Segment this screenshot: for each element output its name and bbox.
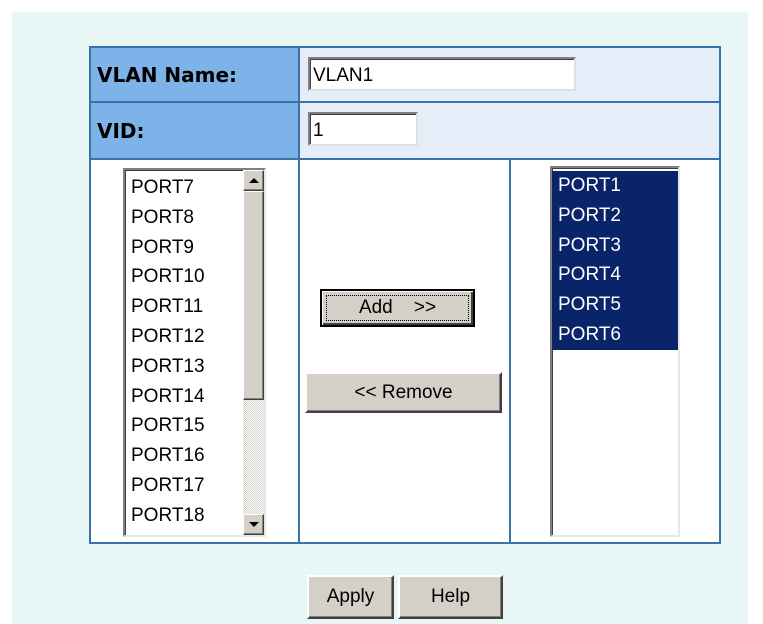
vid-cell [300, 103, 719, 160]
vlan-name-cell [300, 48, 719, 103]
help-button-label: Help [430, 586, 471, 607]
remove-button-label: << Remove [354, 381, 453, 403]
member-ports-listbox[interactable]: PORT1 PORT2 PORT3 PORT4 PORT5 PORT6 [550, 166, 680, 537]
add-button[interactable]: Add >> [320, 289, 475, 327]
scroll-up-button[interactable] [243, 170, 264, 191]
apply-button-label: Apply [326, 586, 375, 607]
list-option[interactable]: PORT2 [552, 200, 678, 231]
column-divider-left [298, 160, 300, 542]
arrow-up-icon [248, 178, 259, 183]
scroll-down-button[interactable] [243, 514, 264, 535]
scroll-thumb[interactable] [243, 191, 264, 400]
vlan-name-label: VLAN Name: [91, 48, 300, 103]
vid-input[interactable] [308, 112, 418, 146]
list-option[interactable]: PORT3 [552, 230, 678, 261]
vlan-name-input[interactable] [308, 57, 576, 91]
list-option[interactable]: PORT6 [552, 319, 678, 350]
list-option[interactable]: PORT5 [552, 290, 678, 320]
vid-label-text: VID: [97, 118, 145, 143]
vlan-form-table: VLAN Name: VID: PORT7PORT8PORT9PORT10POR… [89, 46, 721, 544]
remove-button[interactable]: << Remove [305, 372, 502, 413]
vid-label: VID: [91, 103, 300, 160]
focus-ring [326, 295, 469, 321]
member-ports-options: PORT1 PORT2 PORT3 PORT4 PORT5 PORT6 [552, 168, 678, 350]
column-divider-right [509, 160, 511, 542]
help-button[interactable]: Help [398, 575, 503, 619]
vlan-name-label-text: VLAN Name: [97, 62, 238, 87]
arrow-down-icon [248, 522, 259, 527]
list-option[interactable]: PORT4 [552, 260, 678, 291]
available-ports-listbox[interactable]: PORT7 PORT8 PORT9 PORT10 PORT11 PORT12 PORT13 P… [123, 168, 266, 537]
list-option[interactable]: PORT1 [552, 171, 678, 201]
available-ports-scrollbar[interactable] [243, 170, 264, 535]
apply-button[interactable]: Apply [307, 575, 394, 619]
